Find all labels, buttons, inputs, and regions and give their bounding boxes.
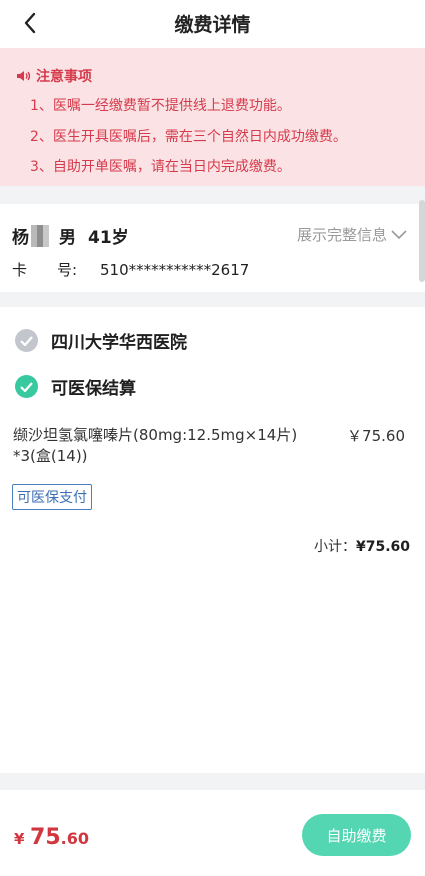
- speaker-icon: [17, 71, 31, 81]
- patient-card: 杨 男 41岁 展示完整信息 卡 号: 510***********2617: [0, 204, 425, 292]
- order-detail: 四川大学华西医院 可医保结算 缬沙坦氢氯噻嗪片(80mg:12.5mg×14片)…: [0, 307, 425, 773]
- payment-bar: ¥ 75.60 自助缴费: [0, 790, 425, 876]
- total-currency: ¥: [14, 830, 25, 848]
- notice-item: 2、医生开具医嘱后，需在三个自然日内成功缴费。: [30, 129, 347, 145]
- top-bar: 缴费详情: [0, 0, 425, 48]
- drug-name: 缬沙坦氢氯噻嗪片(80mg:12.5mg×14片) *3(盒(14)): [13, 426, 298, 465]
- subtotal: 小计：¥75.60: [314, 536, 410, 556]
- patient-surname: 杨: [12, 228, 29, 248]
- patient-name-row: 杨 男 41岁: [12, 223, 129, 248]
- chevron-down-icon: [391, 229, 407, 239]
- insurance-tag: 可医保支付: [12, 484, 92, 510]
- card-number-row: 卡 号: 510***********2617: [12, 259, 249, 280]
- check-circle-icon: [15, 375, 38, 398]
- notice-panel: 注意事项 1、医嘱一经缴费暂不提供线上退费功能。 2、医生开具医嘱后，需在三个自…: [0, 48, 425, 186]
- card-number: 510***********2617: [100, 261, 250, 279]
- show-full-info-label: 展示完整信息: [296, 226, 387, 244]
- notice-heading: 注意事项: [16, 66, 92, 86]
- scrollbar[interactable]: [419, 200, 425, 282]
- card-label: 卡 号:: [12, 261, 78, 279]
- hospital-name: 四川大学华西医院: [51, 333, 187, 353]
- drug-price: ￥75.60: [347, 427, 405, 445]
- insurance-status: 可医保结算: [51, 379, 136, 399]
- page-title: 缴费详情: [174, 14, 251, 36]
- hospital-row: 四川大学华西医院: [15, 328, 187, 353]
- patient-gender: 男: [59, 228, 76, 248]
- subtotal-value: ¥75.60: [355, 539, 410, 555]
- patient-age: 41岁: [88, 228, 129, 248]
- notice-item: 3、自助开单医嘱，请在当日内完成缴费。: [30, 159, 291, 175]
- total-amount: ¥ 75.60: [14, 825, 89, 850]
- subtotal-label: 小计：: [313, 539, 356, 555]
- notice-item: 1、医嘱一经缴费暂不提供线上退费功能。: [30, 98, 291, 114]
- total-integer: 75: [30, 825, 61, 850]
- show-full-info-button[interactable]: 展示完整信息: [297, 224, 407, 245]
- total-decimal: .60: [60, 829, 89, 848]
- notice-title: 注意事项: [36, 69, 92, 85]
- self-pay-button[interactable]: 自助缴费: [302, 814, 411, 856]
- blurred-name: [31, 224, 49, 247]
- insurance-row: 可医保结算: [15, 374, 136, 399]
- check-circle-icon: [15, 329, 38, 352]
